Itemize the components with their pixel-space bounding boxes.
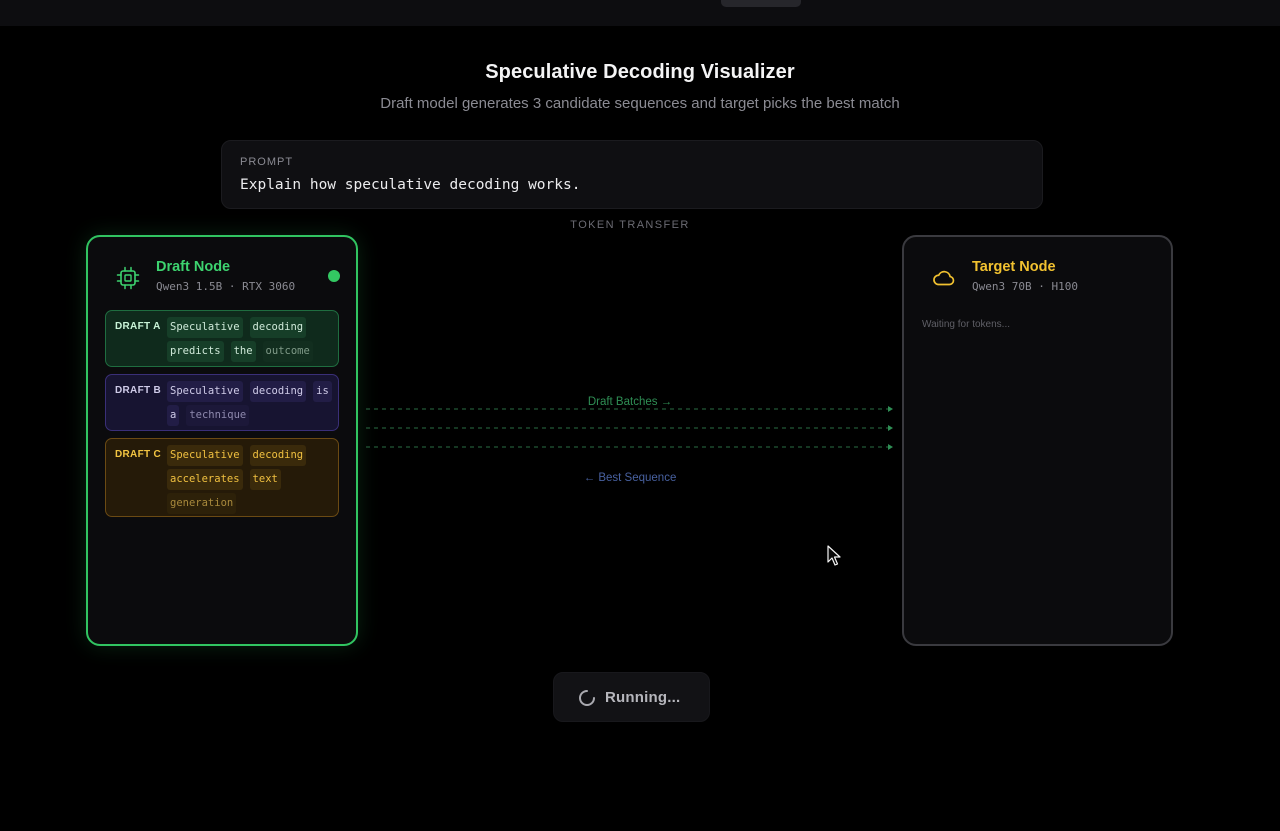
page-subtitle: Draft model generates 3 candidate sequen…	[380, 95, 900, 112]
cpu-chip-icon	[116, 266, 140, 290]
draft-token-list: Speculative decoding predicts the outcom…	[167, 317, 335, 362]
draft-token: decoding	[249, 445, 307, 466]
draft-token: outcome	[262, 341, 313, 362]
draft-node-panel: Draft Node Qwen3 1.5B · RTX 3060 DRAFT A…	[86, 235, 358, 646]
draft-token: technique	[186, 405, 250, 426]
status-dot	[328, 270, 340, 282]
draft-node-title: Draft Node	[156, 259, 231, 275]
draft-label: DRAFT B	[115, 385, 161, 396]
draft-token: generation	[167, 493, 237, 514]
draft-token: Speculative	[167, 445, 243, 466]
target-node-panel: Target Node Qwen3 70B · H100 Waiting for…	[902, 235, 1173, 646]
page-title: Speculative Decoding Visualizer	[485, 61, 795, 83]
target-node-title: Target Node	[972, 259, 1056, 275]
prompt-panel: PROMPT Explain how speculative decoding …	[221, 140, 1043, 209]
run-button-label: Running...	[605, 689, 681, 706]
draft-token: decoding	[249, 317, 307, 338]
mouse-cursor-icon	[827, 545, 841, 566]
draft-label: DRAFT A	[115, 321, 161, 332]
prompt-label: PROMPT	[240, 156, 294, 168]
draft-node-model: Qwen3 1.5B · RTX 3060	[156, 280, 296, 293]
draft-token: predicts	[167, 341, 224, 362]
arrow-right-icon	[888, 425, 893, 431]
arrow-right-icon	[888, 444, 893, 450]
prompt-text: Explain how speculative decoding works.	[240, 177, 581, 193]
token-transfer-label: TOKEN TRANSFER	[570, 219, 690, 231]
target-node-model: Qwen3 70B · H100	[972, 280, 1078, 293]
waiting-status: Waiting for tokens...	[922, 319, 1010, 330]
cloud-icon	[933, 270, 955, 286]
spinner-icon	[579, 690, 595, 706]
draft-a-card[interactable]: DRAFT A Speculative decoding predicts th…	[105, 310, 339, 367]
run-button[interactable]: Running...	[553, 672, 710, 722]
top-bar	[0, 0, 1280, 26]
draft-token: Speculative	[167, 317, 243, 338]
draft-token: the	[230, 341, 256, 362]
draft-label: DRAFT C	[115, 449, 161, 460]
draft-token: a	[167, 405, 180, 426]
top-tab[interactable]	[721, 0, 801, 7]
